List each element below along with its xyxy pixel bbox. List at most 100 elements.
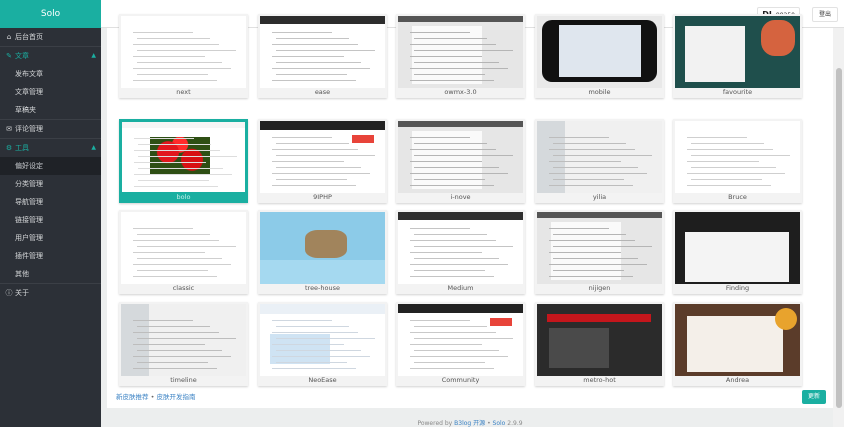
- sidebar-nav: ⌂ 后台首页 ✎ 文章 ▲ 发布文章 文章管理 草稿夹 ✉ 评论管理 ⚙ 工具 ▲ 偏好设定 分类管理 导航管…: [0, 28, 101, 302]
- sidebar-item-10[interactable]: 链接管理: [0, 211, 101, 229]
- theme-card-finding[interactable]: Finding: [673, 210, 802, 294]
- sidebar-item-5[interactable]: ✉ 评论管理: [0, 120, 101, 138]
- scrollbar[interactable]: [833, 28, 844, 427]
- theme-name: metro-hot: [583, 376, 616, 384]
- theme-thumbnail: [260, 212, 385, 284]
- footer-solo-link[interactable]: Solo: [493, 420, 506, 427]
- theme-card-9iphp[interactable]: 9IPHP: [258, 119, 387, 203]
- sidebar-item-label: 关于: [15, 289, 29, 297]
- theme-thumbnail: [675, 212, 800, 284]
- theme-name: yilia: [592, 193, 607, 201]
- theme-name: i-nove: [450, 193, 471, 201]
- footer-version: 2.9.9: [507, 420, 523, 427]
- sidebar-item-label: 后台首页: [15, 33, 43, 41]
- theme-card-tree-house[interactable]: tree-house: [258, 210, 387, 294]
- sidebar-item-label: 分类管理: [15, 180, 43, 188]
- theme-thumbnail: [260, 304, 385, 376]
- theme-thumbnail: [122, 122, 245, 192]
- theme-name: ease: [314, 88, 331, 96]
- info-icon: ⓘ: [5, 289, 13, 297]
- theme-card-favourite[interactable]: favourite: [673, 14, 802, 98]
- sidebar: Solo ⌂ 后台首页 ✎ 文章 ▲ 发布文章 文章管理 草稿夹 ✉ 评论管理 ⚙ 工具 ▲ 偏好设定 分类…: [0, 0, 101, 427]
- theme-name: classic: [172, 284, 195, 292]
- theme-thumbnail: [537, 212, 662, 284]
- theme-card-i-nove[interactable]: i-nove: [396, 119, 525, 203]
- theme-thumbnail: [675, 16, 800, 88]
- theme-name: tree-house: [304, 284, 341, 292]
- theme-thumbnail: [260, 16, 385, 88]
- sidebar-item-label: 偏好设定: [15, 162, 43, 170]
- theme-name: Community: [441, 376, 480, 384]
- sidebar-item-label: 链接管理: [15, 216, 43, 224]
- sidebar-item-4[interactable]: 草稿夹: [0, 101, 101, 119]
- theme-card-neoease[interactable]: NeoEase: [258, 302, 387, 386]
- theme-thumbnail: [398, 212, 523, 284]
- sidebar-item-11[interactable]: 用户管理: [0, 229, 101, 247]
- sidebar-item-8[interactable]: 分类管理: [0, 175, 101, 193]
- sidebar-item-2[interactable]: 发布文章: [0, 65, 101, 83]
- theme-card-bolo[interactable]: bolo: [119, 119, 248, 203]
- sidebar-item-6[interactable]: ⚙ 工具 ▲: [0, 139, 101, 157]
- sidebar-item-label: 文章: [15, 52, 29, 60]
- home-icon: ⌂: [6, 33, 12, 41]
- theme-name: owmx-3.0: [444, 88, 477, 96]
- sidebar-item-label: 插件管理: [15, 252, 43, 260]
- theme-name: bolo: [176, 193, 191, 201]
- update-button[interactable]: 更新: [802, 390, 826, 404]
- theme-thumbnail: [398, 304, 523, 376]
- theme-name: next: [176, 88, 191, 96]
- theme-name: timeline: [170, 376, 197, 384]
- theme-card-ease[interactable]: ease: [258, 14, 387, 98]
- theme-card-nijigen[interactable]: nijigen: [535, 210, 664, 294]
- theme-card-classic[interactable]: classic: [119, 210, 248, 294]
- footer: Powered by B3log 开源 • Solo 2.9.9: [107, 418, 833, 427]
- sidebar-item-label: 文章管理: [15, 88, 43, 96]
- theme-card-owmx-3-0[interactable]: owmx-3.0: [396, 14, 525, 98]
- sidebar-item-0[interactable]: ⌂ 后台首页: [0, 28, 101, 46]
- new-skin-link[interactable]: 新皮肤推荐: [116, 393, 149, 401]
- footer-powered: Powered by: [417, 420, 453, 427]
- logout-button[interactable]: 登出: [811, 7, 838, 22]
- theme-card-next[interactable]: next: [119, 14, 248, 98]
- sidebar-item-12[interactable]: 插件管理: [0, 247, 101, 265]
- sidebar-item-label: 工具: [15, 144, 29, 152]
- footer-b3log-link[interactable]: B3log 开源: [454, 420, 485, 427]
- sidebar-item-label: 草稿夹: [15, 106, 36, 114]
- sidebar-item-7[interactable]: 偏好设定: [0, 157, 101, 175]
- sidebar-item-9[interactable]: 导航管理: [0, 193, 101, 211]
- theme-card-medium[interactable]: Medium: [396, 210, 525, 294]
- gear-icon: ⚙: [5, 144, 13, 152]
- sidebar-item-label: 用户管理: [15, 234, 43, 242]
- theme-thumbnail: [121, 304, 246, 376]
- skin-dev-guide-link[interactable]: 皮肤开发指南: [157, 393, 196, 401]
- theme-card-metro-hot[interactable]: metro-hot: [535, 302, 664, 386]
- scrollbar-thumb[interactable]: [836, 68, 842, 408]
- theme-thumbnail: [537, 304, 662, 376]
- theme-thumbnail: [398, 16, 523, 88]
- theme-thumbnail: [121, 16, 246, 88]
- sidebar-item-14[interactable]: ⓘ 关于: [0, 284, 101, 302]
- theme-thumbnail: [537, 121, 662, 193]
- theme-name: 9IPHP: [313, 193, 332, 201]
- theme-thumbnail: [537, 16, 662, 88]
- theme-card-mobile[interactable]: mobile: [535, 14, 664, 98]
- theme-thumbnail: [398, 121, 523, 193]
- theme-name: mobile: [588, 88, 611, 96]
- theme-card-community[interactable]: Community: [396, 302, 525, 386]
- footer-dot: •: [487, 420, 491, 427]
- theme-card-yilia[interactable]: yilia: [535, 119, 664, 203]
- theme-card-timeline[interactable]: timeline: [119, 302, 248, 386]
- theme-name: NeoEase: [308, 376, 337, 384]
- sidebar-item-1[interactable]: ✎ 文章 ▲: [0, 47, 101, 65]
- sidebar-item-3[interactable]: 文章管理: [0, 83, 101, 101]
- sidebar-item-label: 评论管理: [15, 125, 43, 133]
- brand-logo[interactable]: Solo: [0, 0, 101, 28]
- theme-card-andrea[interactable]: Andrea: [673, 302, 802, 386]
- sidebar-item-label: 导航管理: [15, 198, 43, 206]
- theme-name: Bruce: [728, 193, 747, 201]
- sidebar-item-label: 发布文章: [15, 70, 43, 78]
- theme-card-bruce[interactable]: Bruce: [673, 119, 802, 203]
- sidebar-item-13[interactable]: 其他: [0, 265, 101, 283]
- theme-name: nijigen: [588, 284, 611, 292]
- theme-name: Medium: [447, 284, 474, 292]
